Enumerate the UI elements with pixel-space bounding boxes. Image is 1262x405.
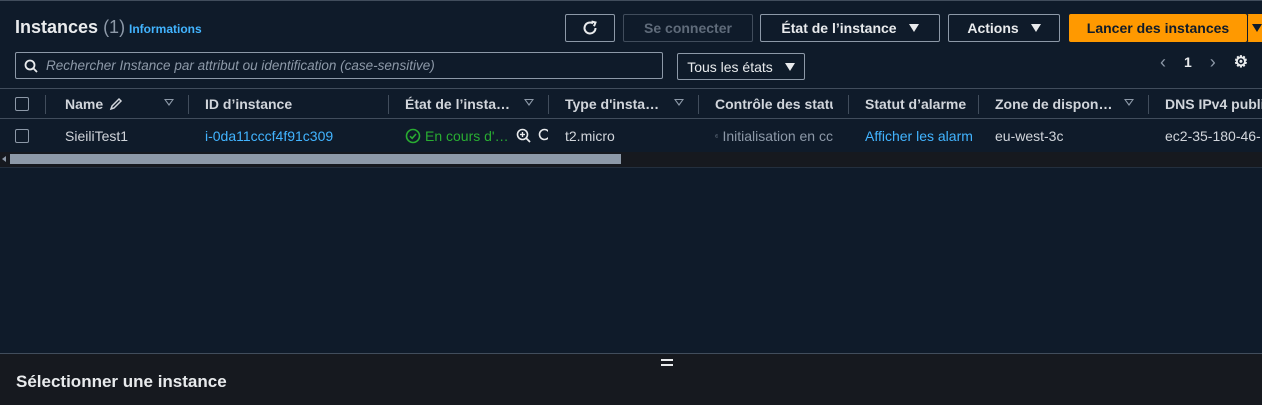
actions-button[interactable]: Actions: [948, 14, 1060, 42]
zoom-in-icon[interactable]: [516, 128, 532, 144]
status-check: Initialisation en cc: [715, 119, 833, 152]
column-label: Name: [65, 95, 104, 112]
launch-label: Lancer des instances: [1086, 20, 1230, 36]
table-empty-area: [0, 167, 1262, 353]
sort-icon[interactable]: [1124, 99, 1134, 106]
edit-icon[interactable]: [108, 96, 124, 112]
instance-state-button[interactable]: État de l’instance: [760, 14, 940, 42]
column-header-zone[interactable]: Zone de dispon…: [995, 89, 1113, 118]
instances-header: Instances (1) Informations Se connecter …: [0, 0, 1262, 88]
chevron-right-icon[interactable]: ›: [1210, 52, 1216, 73]
scrollbar-thumb[interactable]: [10, 154, 621, 164]
column-label: Zone de dispon…: [995, 95, 1113, 112]
column-header-alarm[interactable]: Statut d’alarme: [865, 89, 977, 118]
sort-icon[interactable]: [164, 99, 174, 106]
sort-icon[interactable]: [524, 99, 534, 106]
detail-panel: Sélectionner une instance: [0, 353, 1262, 405]
launch-dropdown-button[interactable]: [1247, 14, 1262, 42]
connect-button[interactable]: Se connecter: [623, 14, 753, 42]
state-filter-value: Tous les états: [687, 58, 773, 75]
caret-down-icon: [784, 62, 795, 71]
resize-handle-icon[interactable]: [661, 359, 673, 366]
state-label: En cours d'…: [425, 127, 509, 144]
search-icon: [24, 59, 38, 73]
page-title: Instances (1): [15, 17, 125, 38]
sort-icon[interactable]: [674, 99, 684, 106]
pagination: ‹ 1 › ⚙: [1160, 52, 1248, 72]
caret-down-icon: [1030, 24, 1041, 32]
title-text: Instances: [15, 17, 99, 37]
public-dns: ec2-35-180-46-: [1165, 127, 1261, 144]
scroll-left-icon[interactable]: [2, 156, 6, 162]
instance-state: En cours d'…: [405, 119, 513, 152]
column-label: Type d'insta…: [565, 95, 660, 112]
column-header-status-check[interactable]: Contrôle des statu: [715, 89, 833, 118]
column-header-type[interactable]: Type d'insta…: [565, 89, 665, 118]
state-actions: [516, 119, 548, 152]
actions-label: Actions: [967, 20, 1019, 36]
column-header-instance-id[interactable]: ID d’instance: [205, 89, 292, 118]
column-label: Statut d’alarme: [865, 95, 967, 112]
column-header-name[interactable]: Name: [65, 89, 124, 118]
refresh-button[interactable]: [565, 14, 615, 42]
table-row[interactable]: SieiliTest1 i-0da11cccf4f91c309 En cours…: [0, 119, 1262, 152]
column-header-state[interactable]: État de l’insta…: [405, 89, 515, 118]
alarm-link[interactable]: Afficher les alarm: [865, 119, 977, 152]
instance-state-label: État de l’instance: [781, 20, 897, 36]
instance-count: (1): [103, 17, 126, 37]
column-header-dns[interactable]: DNS IPv4 publi: [1165, 89, 1262, 118]
status-check-label: Initialisation en cc: [722, 127, 833, 144]
column-label: Contrôle des statu: [715, 95, 833, 112]
detail-panel-title: Sélectionner une instance: [16, 372, 227, 391]
gear-icon[interactable]: ⚙: [1234, 52, 1248, 72]
search-bar[interactable]: [15, 52, 663, 79]
zoom-out-icon[interactable]: [538, 128, 548, 144]
table-header: Name ID d’instance État de l’insta… Type…: [0, 88, 1262, 119]
page-number[interactable]: 1: [1184, 54, 1192, 70]
instance-type: t2.micro: [565, 127, 615, 144]
check-circle-icon: [405, 128, 421, 143]
clock-icon: [715, 133, 719, 138]
instance-id-link[interactable]: i-0da11cccf4f91c309: [205, 119, 333, 152]
column-label: ID d’instance: [205, 95, 293, 112]
caret-down-icon: [1252, 24, 1262, 32]
state-filter-select[interactable]: Tous les états: [677, 53, 805, 80]
availability-zone: eu-west-3c: [995, 127, 1064, 144]
select-all-checkbox[interactable]: [15, 89, 29, 118]
column-label: État de l’insta…: [405, 95, 511, 112]
chevron-left-icon[interactable]: ‹: [1160, 52, 1166, 73]
info-link[interactable]: Informations: [129, 22, 202, 36]
horizontal-scrollbar[interactable]: [0, 152, 1262, 167]
connect-label: Se connecter: [644, 20, 732, 36]
refresh-icon: [583, 20, 597, 35]
launch-instances-button[interactable]: Lancer des instances: [1069, 14, 1247, 42]
instance-name: SieiliTest1: [65, 127, 129, 144]
column-label: DNS IPv4 publi: [1165, 95, 1262, 112]
row-checkbox[interactable]: [15, 119, 29, 152]
caret-down-icon: [908, 24, 919, 32]
search-input[interactable]: [46, 58, 662, 73]
